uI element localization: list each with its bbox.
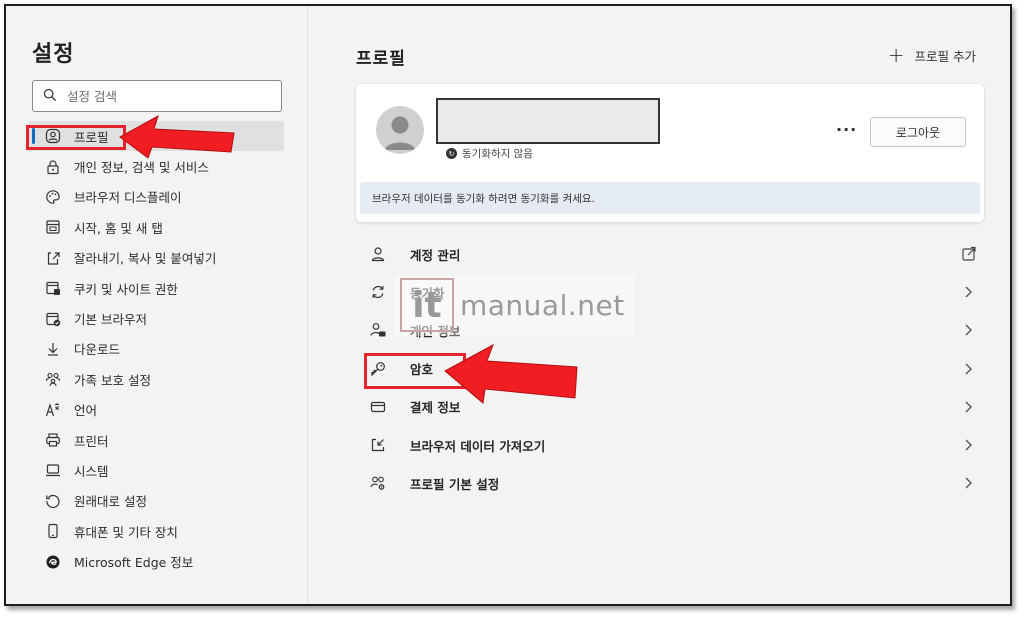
sidebar-nav: 프로필 개인 정보, 검색 및 서비스 브라우저 디스플레이 시작, 홈 및 새… xyxy=(28,121,284,577)
sidebar-item-system[interactable]: 시스템 xyxy=(28,455,284,485)
download-icon xyxy=(42,340,64,358)
chevron-right-icon xyxy=(965,439,972,451)
sidebar-item-start-home[interactable]: 시작, 홈 및 새 탭 xyxy=(28,212,284,242)
sidebar-item-languages[interactable]: 언어 xyxy=(28,395,284,425)
sync-banner-text: 브라우저 데이터를 동기화 하려면 동기화를 켜세요. xyxy=(372,192,595,205)
sidebar-item-label: 언어 xyxy=(74,403,98,419)
card-icon xyxy=(368,397,388,417)
sidebar-item-appearance[interactable]: 브라우저 디스플레이 xyxy=(28,182,284,212)
add-profile-label: 프로필 추가 xyxy=(914,48,976,64)
menu-item-manage-account[interactable]: 계정 관리 xyxy=(356,235,984,273)
sidebar-item-label: 시스템 xyxy=(74,463,109,479)
sidebar-item-family[interactable]: 가족 보호 설정 xyxy=(28,364,284,394)
printer-icon xyxy=(42,431,64,449)
sidebar-item-label: 브라우저 디스플레이 xyxy=(74,190,182,206)
sidebar-title: 설정 xyxy=(32,42,75,67)
sidebar-item-downloads[interactable]: 다운로드 xyxy=(28,334,284,364)
search-box[interactable] xyxy=(32,80,282,112)
account-icon xyxy=(368,244,388,264)
sidebar-item-cookies[interactable]: 쿠키 및 사이트 권한 xyxy=(28,273,284,303)
sidebar-item-default-browser[interactable]: 기본 브라우저 xyxy=(28,303,284,333)
search-icon xyxy=(43,87,57,106)
sidebar-item-printers[interactable]: 프린터 xyxy=(28,425,284,455)
edge-icon xyxy=(42,553,64,571)
sidebar-item-label: 기본 브라우저 xyxy=(74,312,147,328)
settings-window: 설정 프로필 개인 정보, 검색 및 서비스 브라우저 디스플레이 시작, xyxy=(4,4,1012,606)
home-tab-icon xyxy=(42,218,64,236)
chevron-right-icon xyxy=(965,286,972,298)
sidebar-item-label: 휴대폰 및 기타 장치 xyxy=(74,524,178,540)
sidebar: 설정 프로필 개인 정보, 검색 및 서비스 브라우저 디스플레이 시작, xyxy=(6,6,308,604)
sidebar-item-label: Microsoft Edge 정보 xyxy=(74,555,194,571)
sidebar-item-label: 시작, 홈 및 새 탭 xyxy=(74,220,163,236)
watermark: it manual.net xyxy=(394,274,634,336)
chevron-right-icon xyxy=(965,363,972,375)
profile-card: ↻ 동기화하지 않음 ··· 로그아웃 브라우저 데이터를 동기화 하려면 동기… xyxy=(356,84,984,222)
family-icon xyxy=(42,370,64,388)
sync-off-icon: ↻ xyxy=(446,148,457,159)
cookie-icon xyxy=(42,279,64,297)
sidebar-item-label: 가족 보호 설정 xyxy=(74,372,151,388)
language-icon xyxy=(42,401,64,419)
palette-icon xyxy=(42,188,64,206)
logout-button[interactable]: 로그아웃 xyxy=(870,117,966,147)
sync-status: ↻ 동기화하지 않음 xyxy=(446,146,533,161)
sync-icon xyxy=(368,282,388,302)
sidebar-item-about[interactable]: Microsoft Edge 정보 xyxy=(28,546,284,576)
laptop-icon xyxy=(42,461,64,479)
sidebar-item-reset[interactable]: 원래대로 설정 xyxy=(28,486,284,516)
annotation-arrow-passwords xyxy=(444,343,578,404)
profile-settings-icon xyxy=(368,473,388,493)
external-link-icon xyxy=(962,246,976,261)
annotation-arrow-profile xyxy=(119,114,235,159)
sync-status-text: 동기화하지 않음 xyxy=(462,148,533,160)
menu-item-label: 프로필 기본 설정 xyxy=(410,476,500,492)
sidebar-item-label: 원래대로 설정 xyxy=(74,494,147,510)
sidebar-item-phone[interactable]: 휴대폰 및 기타 장치 xyxy=(28,516,284,546)
import-icon xyxy=(368,435,388,455)
reset-icon xyxy=(42,492,64,510)
plus-icon: + xyxy=(887,43,905,67)
sidebar-item-share-copy[interactable]: 잘라내기, 복사 및 붙여넣기 xyxy=(28,243,284,273)
menu-item-label: 계정 관리 xyxy=(410,247,461,263)
avatar[interactable] xyxy=(376,106,424,154)
browser-icon xyxy=(42,310,64,328)
chevron-right-icon xyxy=(965,477,972,489)
lock-icon xyxy=(42,158,64,176)
sidebar-item-label: 프린터 xyxy=(74,433,109,449)
more-options-button[interactable]: ··· xyxy=(836,120,857,139)
sidebar-item-label: 다운로드 xyxy=(74,342,121,358)
menu-item-label: 브라우저 데이터 가져오기 xyxy=(410,438,546,454)
profile-name-redacted xyxy=(436,98,660,144)
highlight-box-profile xyxy=(26,125,126,150)
personal-info-icon xyxy=(368,320,388,340)
watermark-text: manual.net xyxy=(460,288,625,322)
sync-banner[interactable]: 브라우저 데이터를 동기화 하려면 동기화를 켜세요. xyxy=(360,182,980,214)
sidebar-item-label: 쿠키 및 사이트 권한 xyxy=(74,281,178,297)
sidebar-item-label: 잘라내기, 복사 및 붙여넣기 xyxy=(74,251,217,267)
menu-item-profile-preferences[interactable]: 프로필 기본 설정 xyxy=(356,464,984,502)
page-title: 프로필 xyxy=(356,49,406,69)
chevron-right-icon xyxy=(965,401,972,413)
watermark-logo: it xyxy=(400,278,454,332)
menu-item-import-data[interactable]: 브라우저 데이터 가져오기 xyxy=(356,426,984,464)
phone-icon xyxy=(42,522,64,540)
search-input[interactable] xyxy=(67,88,267,104)
add-profile-button[interactable]: + 프로필 추가 xyxy=(888,45,976,65)
clipboard-icon xyxy=(42,249,64,267)
chevron-right-icon xyxy=(965,324,972,336)
